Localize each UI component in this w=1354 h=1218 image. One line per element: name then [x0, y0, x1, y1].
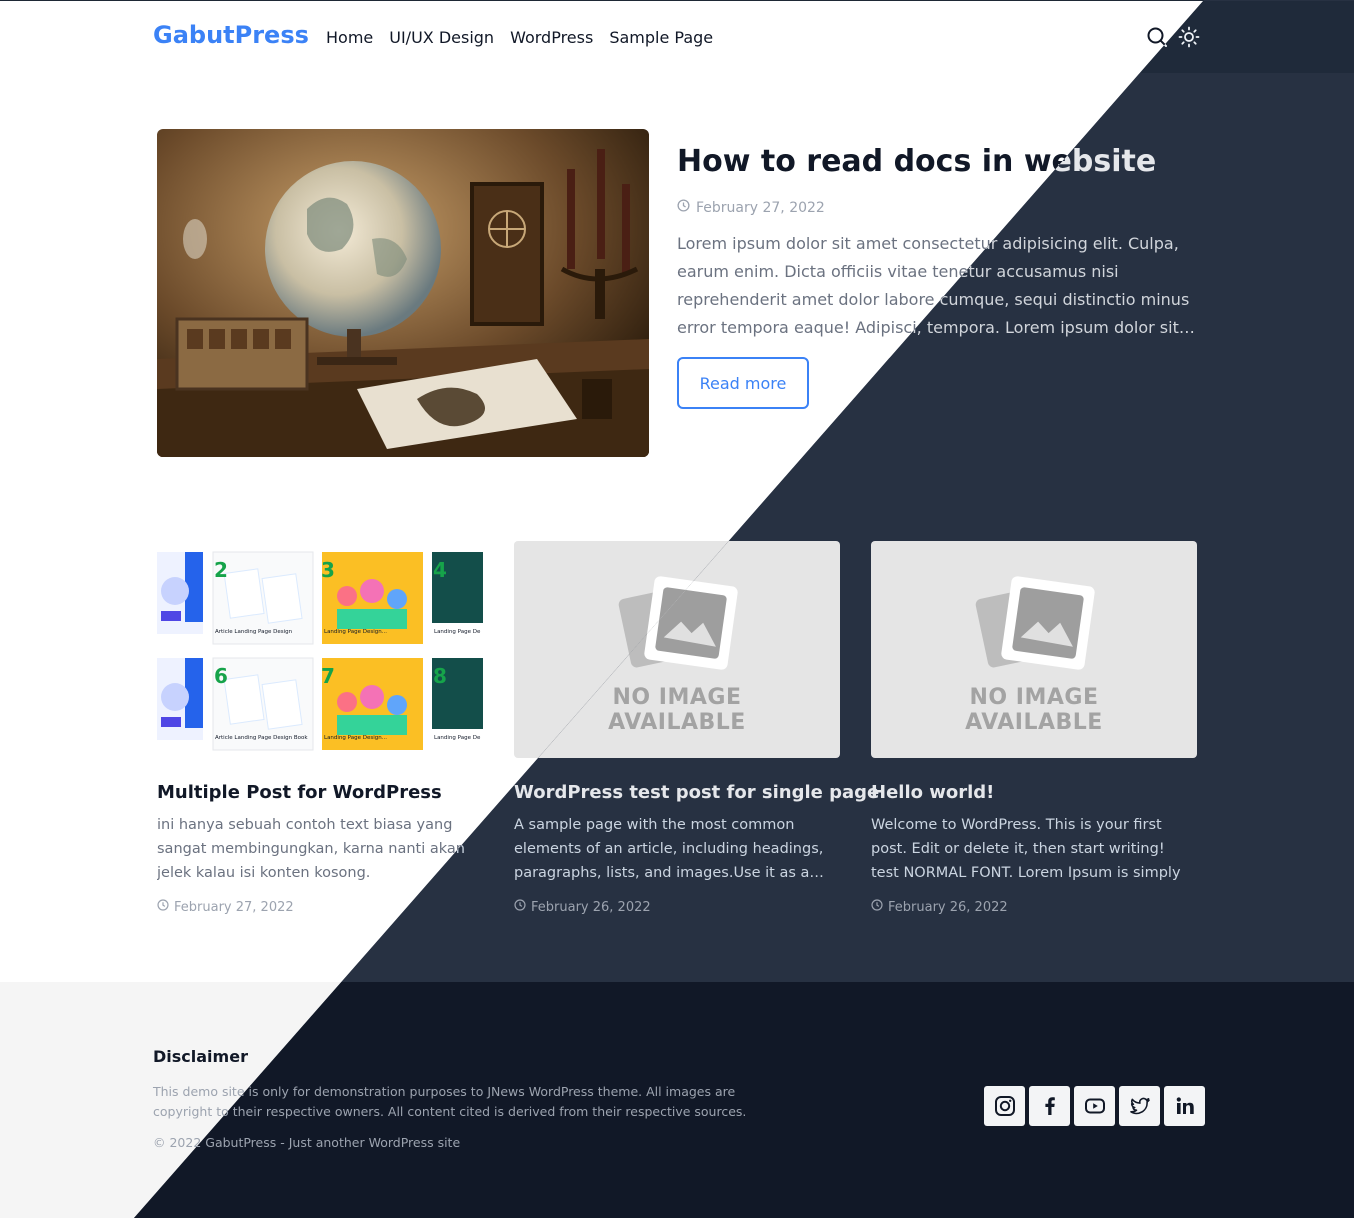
post-card[interactable]: NO IMAGEAVAILABLE Hello world! Welcome t… [871, 541, 1197, 915]
thumb-number: 8 [433, 664, 447, 688]
youtube-icon[interactable] [1074, 1086, 1115, 1126]
thumb-caption: Article Landing Page Design [215, 629, 293, 635]
post-date-text: February 26, 2022 [531, 899, 651, 915]
facebook-icon[interactable] [1029, 1086, 1070, 1126]
nav-item-home[interactable]: Home [326, 28, 373, 47]
footer-title: Disclaimer [153, 1047, 248, 1066]
clock-icon [157, 899, 169, 915]
clock-icon [871, 899, 883, 915]
post-excerpt: A sample page with the most common eleme… [514, 817, 824, 881]
post-date-text: February 26, 2022 [888, 899, 1008, 915]
clock-icon [514, 899, 526, 915]
twitter-icon[interactable] [1119, 1086, 1160, 1126]
main-nav: Home UI/UX Design WordPress Sample Page [326, 28, 713, 47]
post-date-text: February 27, 2022 [174, 899, 294, 915]
hero-featured-image[interactable] [157, 129, 649, 457]
read-more-button[interactable]: Read more [677, 357, 809, 409]
site-logo[interactable]: GabutPress [153, 21, 309, 49]
thumb-caption: Landing Page De [434, 629, 481, 635]
thumb-number: 4 [433, 558, 447, 582]
thumb-number: 2 [214, 558, 228, 582]
thumb-number: 7 [321, 664, 335, 688]
post-date: February 26, 2022 [514, 899, 840, 915]
hero-date-text: February 27, 2022 [696, 199, 825, 216]
thumb-caption: Landing Page Design... [324, 735, 387, 741]
thumb-number: 3 [321, 558, 335, 582]
thumb-number: 6 [214, 664, 228, 688]
linkedin-icon[interactable] [1164, 1086, 1205, 1126]
post-thumbnail-collage[interactable]: 2 3 4 Article Landing Page Design Landin… [157, 541, 483, 758]
instagram-icon[interactable] [984, 1086, 1025, 1126]
nav-item-uiux-design[interactable]: UI/UX Design [389, 28, 494, 47]
post-title[interactable]: WordPress test post for single page [514, 782, 879, 803]
nav-item-sample-page[interactable]: Sample Page [609, 28, 713, 47]
post-excerpt: ini hanya sebuah contoh text biasa yang … [157, 817, 465, 881]
no-image-placeholder[interactable]: NO IMAGEAVAILABLE [871, 541, 1197, 758]
post-title[interactable]: Multiple Post for WordPress [157, 782, 483, 803]
nav-item-wordpress[interactable]: WordPress [510, 28, 593, 47]
post-excerpt: Welcome to WordPress. This is your first… [871, 817, 1181, 881]
thumb-caption: Landing Page Design... [324, 629, 387, 635]
no-image-text: NO IMAGEAVAILABLE [965, 685, 1103, 735]
search-icon[interactable] [1146, 26, 1168, 48]
post-card[interactable]: 2 3 4 Article Landing Page Design Landin… [157, 541, 483, 915]
post-date: February 26, 2022 [871, 899, 1197, 915]
thumb-caption: Landing Page De [434, 735, 481, 741]
thumb-caption: Article Landing Page Design Book [215, 735, 308, 741]
hero-date: February 27, 2022 [677, 199, 825, 216]
theme-toggle-icon[interactable] [1178, 26, 1200, 48]
post-title[interactable]: Hello world! [871, 782, 1197, 803]
social-links [984, 1086, 1205, 1126]
clock-icon [677, 199, 690, 216]
